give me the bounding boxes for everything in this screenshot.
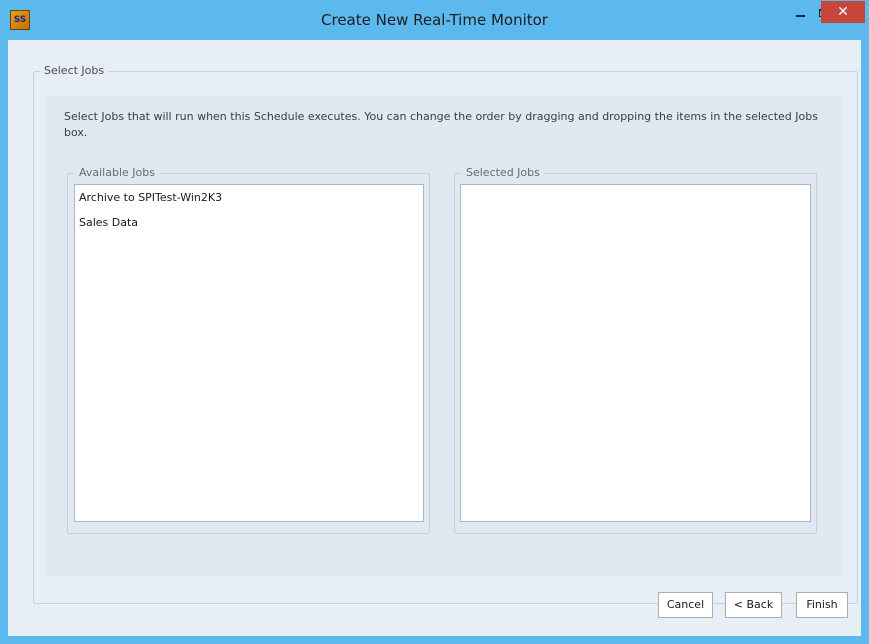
title-bar[interactable]: SS Create New Real-Time Monitor ✕ [0, 0, 869, 40]
select-jobs-description: Select Jobs that will run when this Sche… [64, 110, 818, 139]
available-jobs-list[interactable]: Archive to SPITest-Win2K3 Sales Data [74, 184, 424, 522]
dialog-client-area: Select Jobs Select Jobs that will run wh… [8, 40, 861, 636]
cancel-button[interactable]: Cancel [658, 592, 713, 618]
close-icon: ✕ [837, 4, 849, 20]
minimize-icon [796, 15, 805, 17]
selected-jobs-label: Selected Jobs [462, 165, 544, 181]
window-title: Create New Real-Time Monitor [321, 11, 548, 29]
list-item[interactable]: Sales Data [75, 210, 423, 235]
available-jobs-label: Available Jobs [75, 165, 159, 181]
dialog-window: SS Create New Real-Time Monitor ✕ Select… [0, 0, 869, 644]
finish-button[interactable]: Finish [796, 592, 848, 618]
list-item[interactable]: Archive to SPITest-Win2K3 [75, 185, 423, 210]
select-jobs-group-label: Select Jobs [40, 63, 109, 79]
close-button[interactable]: ✕ [821, 1, 865, 23]
selected-jobs-list[interactable] [460, 184, 811, 522]
back-button[interactable]: < Back [725, 592, 782, 618]
